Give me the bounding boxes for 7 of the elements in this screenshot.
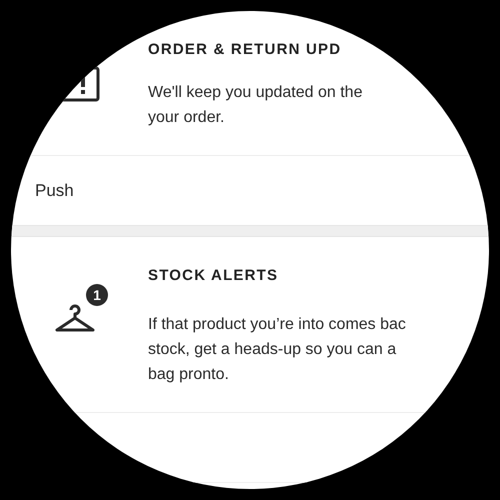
section-title: ORDER & RETURN UPD <box>148 40 342 60</box>
hanger-icon <box>54 304 96 334</box>
channel-label: Push <box>35 180 74 202</box>
section-description: If that product you’re into comes bac stock, get a heads-up so you can a bag pronto. <box>148 315 406 385</box>
section-description: We'll keep you updated on the your order. <box>148 83 362 128</box>
section-title: STOCK ALERTS <box>148 266 280 286</box>
count-badge: 1 <box>86 284 108 306</box>
